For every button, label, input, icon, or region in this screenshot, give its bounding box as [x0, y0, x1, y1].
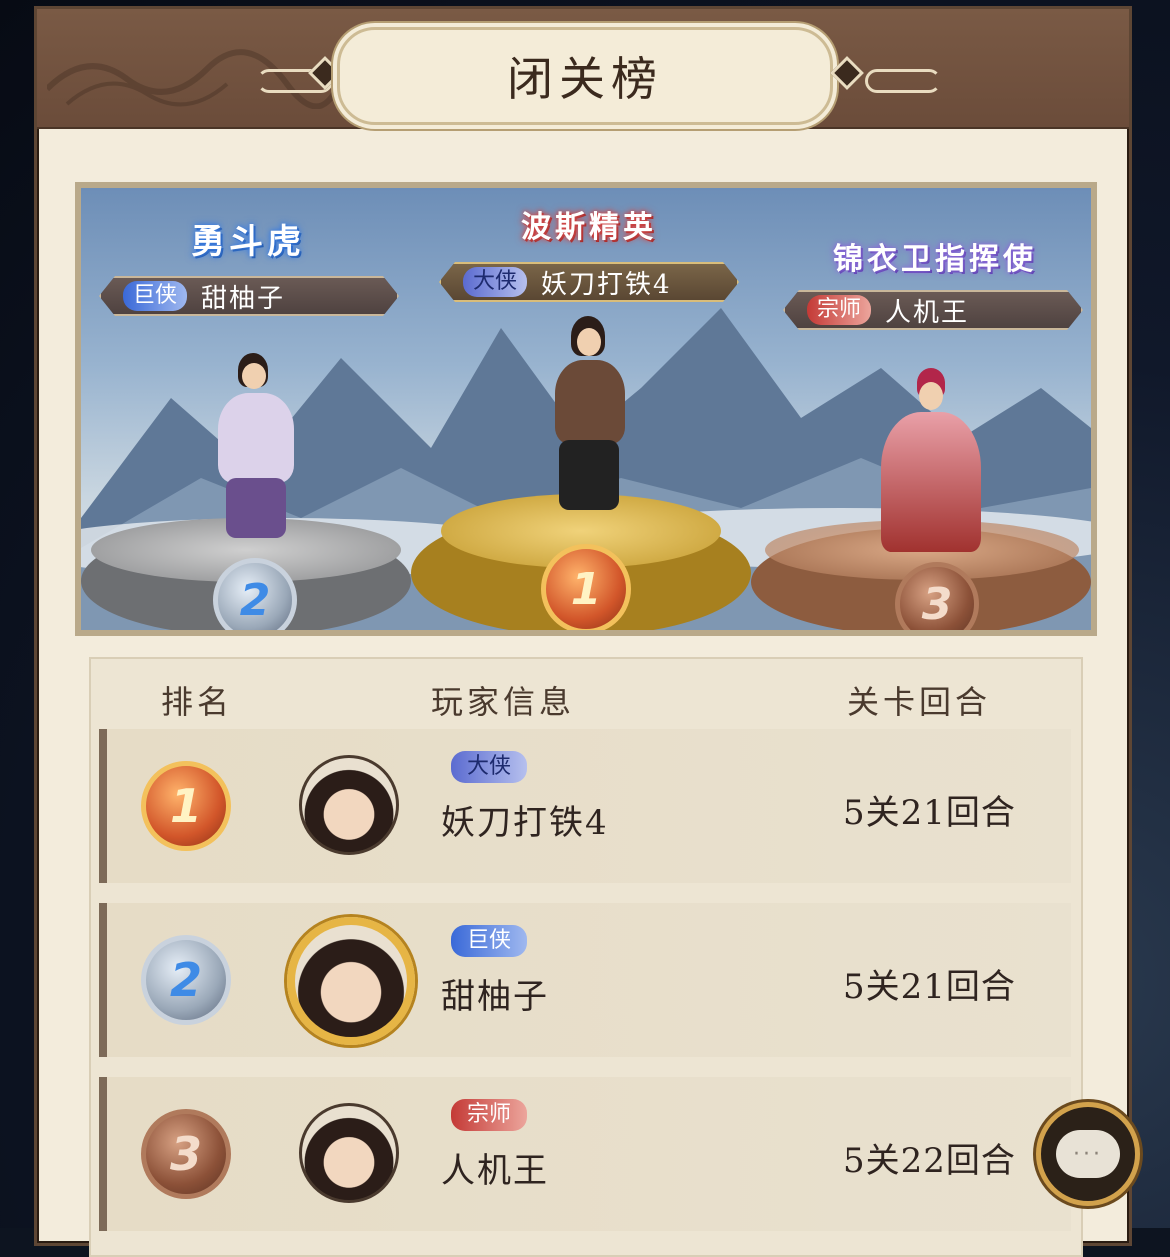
chat-button[interactable]: ···	[1036, 1102, 1140, 1206]
ranking-table: 排名 玩家信息 关卡回合 1 大侠 妖刀打铁4 5关21回合 2 巨侠 甜柚子 …	[89, 657, 1083, 1257]
rank-2-medal: 2	[213, 558, 297, 630]
table-row[interactable]: 1 大侠 妖刀打铁4 5关21回合	[99, 729, 1071, 883]
right-diamond-icon	[830, 56, 864, 90]
column-header-player: 玩家信息	[431, 683, 576, 721]
podium-nameplate-3[interactable]: 宗师 人机王	[783, 290, 1083, 330]
rank-3-medal: 3	[895, 562, 979, 630]
table-row[interactable]: 3 宗师 人机王 5关22回合	[99, 1077, 1071, 1231]
chat-dots: ···	[1073, 1141, 1103, 1167]
chat-bubble-icon: ···	[1056, 1130, 1120, 1178]
title-art-2: 勇斗虎	[191, 222, 305, 262]
rank-medal: 3	[141, 1109, 231, 1199]
rank-badge: 宗师	[451, 1099, 528, 1131]
rank-badge: 巨侠	[123, 281, 187, 311]
title-art-1: 波斯精英	[521, 210, 657, 245]
page-title: 闭关榜	[507, 52, 663, 106]
rank-medal: 1	[141, 761, 231, 851]
player-name: 妖刀打铁4	[441, 803, 609, 843]
title-art-3: 锦衣卫指挥使	[833, 242, 1037, 277]
player-name: 人机王	[441, 1151, 549, 1191]
leaderboard-panel: 闭关榜 2 1 3 勇斗虎 波斯精英 锦衣卫指挥使 巨侠 甜柚子 大侠 妖刀打铁…	[34, 6, 1132, 1257]
rank-badge: 宗师	[807, 295, 871, 325]
column-header-rank: 排名	[161, 683, 234, 721]
player-name: 甜柚子	[441, 977, 549, 1017]
column-header-score: 关卡回合	[847, 683, 992, 721]
player-figure-3[interactable]	[851, 368, 1011, 568]
avatar[interactable]	[287, 917, 415, 1045]
podium-nameplate-2[interactable]: 巨侠 甜柚子	[99, 276, 399, 316]
podium-nameplate-1[interactable]: 大侠 妖刀打铁4	[439, 262, 739, 302]
rank-1-medal: 1	[541, 544, 631, 630]
podium-showcase: 2 1 3 勇斗虎 波斯精英 锦衣卫指挥使 巨侠 甜柚子 大侠 妖刀打铁4 宗师…	[75, 182, 1097, 636]
player-figure-1[interactable]	[529, 316, 649, 526]
player-name: 甜柚子	[201, 283, 286, 314]
avatar[interactable]	[299, 1103, 399, 1203]
rank-medal: 2	[141, 935, 231, 1025]
stage-rounds: 5关21回合	[843, 793, 1016, 833]
title-plate: 闭关榜	[337, 27, 833, 125]
stage-rounds: 5关21回合	[843, 967, 1016, 1007]
panel-header: 闭关榜	[37, 9, 1129, 129]
player-name: 人机王	[885, 297, 970, 328]
table-row[interactable]: 2 巨侠 甜柚子 5关21回合	[99, 903, 1071, 1057]
rank-badge: 大侠	[451, 751, 528, 783]
rank-badge: 大侠	[463, 267, 527, 297]
avatar[interactable]	[299, 755, 399, 855]
player-name: 妖刀打铁4	[541, 269, 672, 300]
rank-badge: 巨侠	[451, 925, 528, 957]
player-figure-2[interactable]	[196, 353, 316, 553]
right-swirl-icon	[865, 69, 941, 93]
stage-rounds: 5关22回合	[843, 1141, 1016, 1181]
